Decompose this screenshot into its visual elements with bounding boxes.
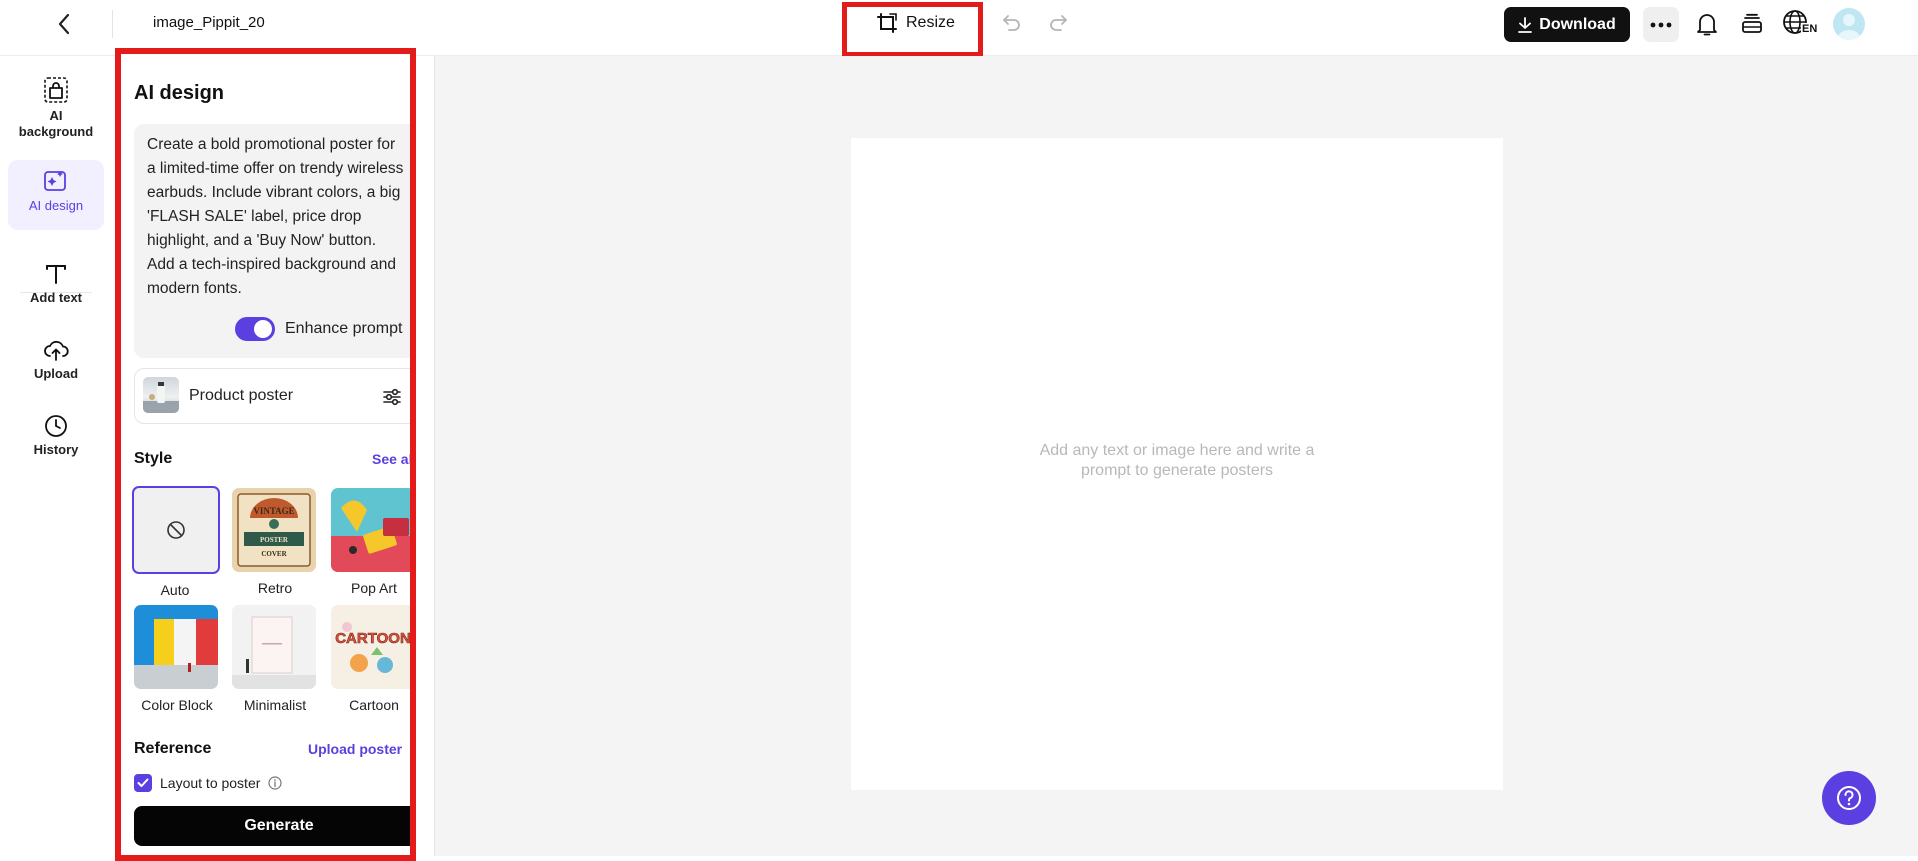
download-button[interactable]: Download [1504, 7, 1630, 42]
poster-type-selector[interactable]: Product poster [134, 368, 410, 424]
undo-icon [1003, 15, 1020, 31]
rail-item-label: AI design [28, 198, 84, 213]
checkbox[interactable] [134, 774, 152, 792]
rail-item-ai-design[interactable]: AI design [8, 160, 104, 230]
cartoon-thumb-text: CARTOON [335, 630, 411, 647]
style-card-retro[interactable]: VINTAGE POSTER COVER Retro [232, 488, 318, 596]
resize-label: Resize [906, 14, 955, 31]
back-button[interactable] [50, 10, 78, 38]
artboard-hint: Add any text or image here and write a p… [851, 441, 1503, 481]
rail-item-add-text[interactable]: Add text [8, 254, 104, 318]
poster-type-thumbnail [143, 377, 179, 413]
bell-icon [1697, 14, 1717, 36]
notifications-button[interactable] [1692, 8, 1722, 40]
retro-thumb-line1: VINTAGE [253, 506, 294, 516]
resize-button[interactable]: Resize [876, 10, 955, 36]
rail-item-upload[interactable]: Upload [8, 330, 104, 394]
redo-button[interactable] [1045, 10, 1071, 36]
ellipsis-icon [1650, 22, 1672, 27]
ai-design-icon [44, 171, 66, 191]
style-card-cartoon[interactable]: CARTOON Cartoon [331, 605, 411, 713]
retro-thumb-line3: COVER [261, 550, 287, 558]
artboard[interactable]: Add any text or image here and write a p… [851, 138, 1503, 790]
hint-line: prompt to generate posters [1080, 462, 1274, 479]
workspace-divider [434, 56, 435, 856]
style-card-auto[interactable]: Auto [132, 486, 220, 598]
style-card-pop-art[interactable]: Pop Art [331, 488, 410, 596]
rail-item-history[interactable]: History [8, 406, 104, 470]
info-icon [410, 742, 416, 756]
rail-item-label: History [33, 442, 79, 457]
see-all-link[interactable]: See all [372, 451, 410, 467]
style-label: Cartoon [349, 697, 399, 713]
ai-background-icon [44, 77, 68, 103]
text-icon [46, 265, 66, 284]
info-icon[interactable] [268, 776, 283, 790]
sliders-icon[interactable] [381, 386, 403, 408]
layout-to-poster-checkbox[interactable]: Layout to poster [134, 774, 283, 792]
style-thumbnail: CARTOON [331, 605, 411, 689]
layers-button[interactable] [1737, 8, 1767, 40]
user-icon [1837, 14, 1861, 40]
top-divider [112, 10, 113, 38]
more-options-button[interactable] [1643, 7, 1679, 42]
file-title[interactable]: image_Pippit_20 [153, 14, 273, 31]
style-thumbnail [134, 605, 218, 689]
generate-button[interactable]: Generate [134, 806, 410, 846]
style-thumbnail [232, 605, 316, 689]
style-label: Retro [257, 580, 293, 596]
avatar[interactable] [1833, 8, 1865, 40]
resize-icon [877, 13, 897, 33]
prompt-text[interactable]: Create a bold promotional poster for a l… [147, 133, 407, 301]
language-button[interactable]: EN [1782, 8, 1820, 40]
enhance-prompt-toggle[interactable]: Enhance prompt [235, 317, 402, 341]
rail-item-label: Upload [33, 366, 79, 381]
style-thumbnail: VINTAGE POSTER COVER [232, 488, 316, 572]
style-card-color-block[interactable]: Color Block [134, 605, 220, 713]
style-label: Minimalist [243, 697, 307, 713]
layers-icon [1742, 13, 1762, 33]
style-thumbnail [132, 486, 220, 574]
panel-content: AI design Create a bold promotional post… [132, 54, 416, 854]
layout-to-poster-label: Layout to poster [160, 775, 261, 791]
download-icon [1518, 16, 1533, 33]
retro-thumb-line2: POSTER [260, 536, 289, 544]
style-thumbnail [331, 488, 410, 572]
download-label: Download [1539, 15, 1616, 33]
style-label: Color Block [141, 697, 213, 713]
style-label: Pop Art [351, 580, 397, 596]
rail-item-label: Add text [30, 290, 82, 305]
ai-design-panel: AI design Create a bold promotional post… [115, 48, 416, 861]
style-card-minimalist[interactable]: Minimalist [232, 605, 318, 713]
enhance-prompt-label: Enhance prompt [285, 320, 403, 337]
upload-poster-label: Upload poster [308, 741, 403, 757]
rail-item-label: AI background [18, 108, 94, 139]
check-icon [137, 778, 149, 787]
rail-item-ai-background[interactable]: AI background [8, 68, 104, 148]
clock-icon [45, 415, 67, 437]
help-button[interactable] [1822, 771, 1876, 825]
question-icon [1837, 786, 1861, 810]
hint-line: Add any text or image here and write a [1039, 442, 1315, 459]
poster-type-label: Product poster [189, 387, 294, 404]
reference-section-title: Reference [134, 740, 212, 757]
ban-icon [167, 521, 185, 539]
upload-cloud-icon [44, 340, 69, 361]
panel-title: AI design [134, 82, 225, 104]
chevron-left-icon [58, 13, 70, 35]
style-label: Auto [160, 582, 190, 598]
left-rail: AI background AI design Add text Upload … [0, 56, 114, 860]
style-section-title: Style [134, 450, 173, 467]
language-label: EN [1801, 23, 1819, 35]
upload-poster-link[interactable]: Upload poster [308, 741, 416, 757]
toggle-switch[interactable] [235, 317, 275, 341]
undo-button[interactable] [999, 10, 1025, 36]
prompt-input[interactable]: Create a bold promotional poster for a l… [134, 124, 410, 358]
redo-icon [1050, 15, 1067, 31]
